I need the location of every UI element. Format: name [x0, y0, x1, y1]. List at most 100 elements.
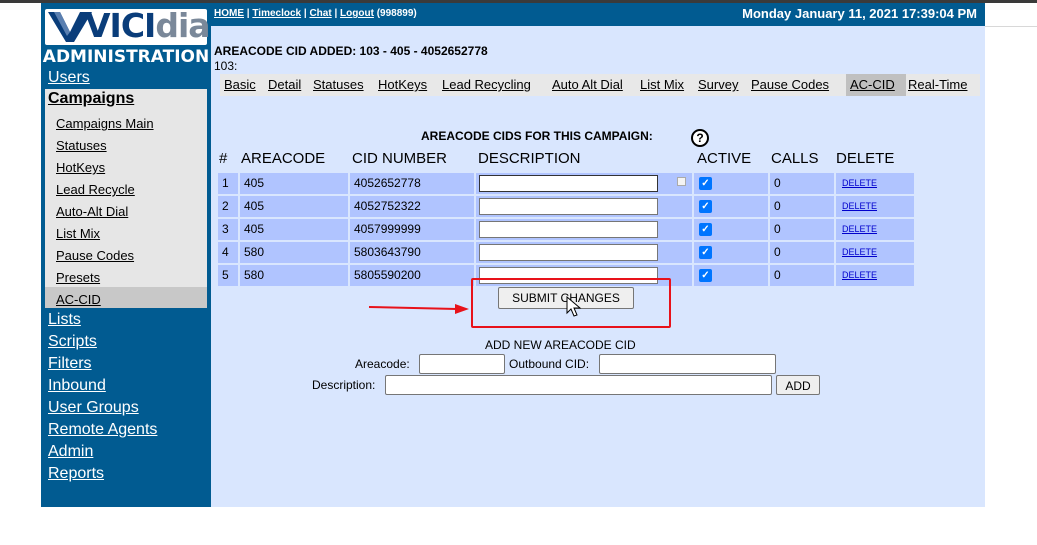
col-calls: CALLS [771, 150, 819, 167]
row-cid: 4052652778 [354, 176, 421, 190]
chat-link[interactable]: Chat [309, 8, 331, 19]
areacode-input[interactable] [419, 354, 505, 374]
campaign-tabs: Basic Detail Statuses HotKeys Lead Recyc… [220, 74, 980, 96]
description-input[interactable] [479, 244, 658, 261]
sub-item-campaigns-main[interactable]: Campaigns Main [56, 116, 154, 131]
row-num: 3 [222, 222, 229, 236]
sub-item-list-mix[interactable]: List Mix [56, 226, 100, 241]
sidebar: VICIdial ADMINISTRATION Users Campaigns … [41, 3, 221, 507]
delete-link[interactable]: DELETE [842, 242, 877, 263]
tab-pause-codes[interactable]: Pause Codes [751, 77, 829, 92]
col-num: # [219, 150, 228, 167]
row-areacode: 580 [244, 245, 265, 259]
admin-title: ADMINISTRATION [42, 47, 210, 67]
active-checkbox[interactable]: ✓ [699, 269, 712, 282]
status-message: AREACODE CID ADDED: 103 - 405 - 40526527… [214, 44, 488, 58]
sidebar-item-users[interactable]: Users [48, 69, 90, 87]
tab-ac-cid[interactable]: AC-CID [850, 77, 895, 92]
sidebar-item-scripts[interactable]: Scripts [48, 333, 97, 351]
active-checkbox[interactable]: ✓ [699, 200, 712, 213]
col-cid-number: CID NUMBER [352, 150, 448, 167]
tab-lead-recycling[interactable]: Lead Recycling [442, 77, 531, 92]
timeclock-link[interactable]: Timeclock [252, 8, 301, 19]
row-cid: 4052752322 [354, 199, 421, 213]
tab-basic[interactable]: Basic [224, 77, 256, 92]
annotation-arrow-icon [369, 304, 469, 314]
tab-statuses[interactable]: Statuses [313, 77, 364, 92]
sidebar-item-user-groups[interactable]: User Groups [48, 399, 139, 417]
vicidial-logo[interactable]: VICIdial [45, 6, 221, 45]
table-row: 2 405 4052752322 ✓ 0 DELETE [218, 196, 914, 217]
top-header: HOME | Timeclock | Chat | Logout (998899… [211, 3, 985, 26]
status-message-sub: 103: [214, 59, 238, 73]
row-calls: 0 [774, 176, 781, 190]
sidebar-item-admin[interactable]: Admin [48, 443, 93, 461]
description-input[interactable] [479, 175, 658, 192]
sub-item-ac-cid[interactable]: AC-CID [56, 292, 101, 307]
description-input[interactable] [479, 198, 658, 215]
sidebar-item-filters[interactable]: Filters [48, 355, 92, 373]
row-num: 1 [222, 176, 229, 190]
row-areacode: 405 [244, 199, 265, 213]
tab-list-mix[interactable]: List Mix [640, 77, 684, 92]
sub-item-lead-recycle[interactable]: Lead Recycle [56, 182, 135, 197]
sidebar-item-remote-agents[interactable]: Remote Agents [48, 421, 157, 439]
right-divider [985, 26, 1037, 27]
logout-link[interactable]: Logout [340, 8, 374, 19]
help-icon[interactable]: ? [691, 129, 709, 147]
delete-link[interactable]: DELETE [842, 265, 877, 286]
description-input[interactable] [479, 221, 658, 238]
row-areacode: 405 [244, 222, 265, 236]
sub-item-hotkeys[interactable]: HotKeys [56, 160, 105, 175]
row-calls: 0 [774, 199, 781, 213]
sub-item-statuses[interactable]: Statuses [56, 138, 107, 153]
row-areacode: 405 [244, 176, 265, 190]
tab-real-time[interactable]: Real-Time [908, 77, 967, 92]
row-calls: 0 [774, 222, 781, 236]
table-row: 4 580 5803643790 ✓ 0 DELETE [218, 242, 914, 263]
sub-item-auto-alt-dial[interactable]: Auto-Alt Dial [56, 204, 128, 219]
col-areacode: AREACODE [241, 150, 326, 167]
table-row: 1 405 4052652778 ✓ 0 DELETE [218, 173, 914, 194]
main-content: AREACODE CID ADDED: 103 - 405 - 40526527… [211, 26, 985, 507]
row-num: 5 [222, 268, 229, 282]
tab-auto-alt-dial[interactable]: Auto Alt Dial [552, 77, 623, 92]
user-id: (998899) [376, 8, 417, 19]
col-description: DESCRIPTION [478, 150, 581, 167]
sidebar-item-inbound[interactable]: Inbound [48, 377, 106, 395]
delete-link[interactable]: DELETE [842, 173, 877, 194]
sidebar-item-reports[interactable]: Reports [48, 465, 104, 483]
delete-link[interactable]: DELETE [842, 219, 877, 240]
active-checkbox[interactable]: ✓ [699, 177, 712, 190]
row-calls: 0 [774, 268, 781, 282]
outbound-cid-input[interactable] [599, 354, 776, 374]
outbound-cid-label: Outbound CID: [509, 357, 590, 371]
keyboard-icon [677, 177, 686, 186]
row-cid: 5803643790 [354, 245, 421, 259]
home-link[interactable]: HOME [214, 8, 244, 19]
logo-wordmark: VICIdial [85, 6, 221, 45]
add-section-title: ADD NEW AREACODE CID [485, 338, 636, 352]
header-links: HOME | Timeclock | Chat | Logout (998899… [214, 8, 417, 19]
tab-hotkeys[interactable]: HotKeys [378, 77, 427, 92]
add-button[interactable]: ADD [776, 375, 820, 395]
tab-detail[interactable]: Detail [268, 77, 301, 92]
sidebar-item-campaigns[interactable]: Campaigns [48, 90, 134, 108]
col-delete: DELETE [836, 150, 895, 167]
areacode-label: Areacode: [355, 357, 410, 371]
description-label: Description: [312, 378, 376, 392]
row-num: 4 [222, 245, 229, 259]
sub-item-presets[interactable]: Presets [56, 270, 100, 285]
active-checkbox[interactable]: ✓ [699, 246, 712, 259]
header-datetime: Monday January 11, 2021 17:39:04 PM [742, 6, 977, 21]
new-description-input[interactable] [385, 375, 772, 395]
tab-survey[interactable]: Survey [698, 77, 738, 92]
section-title: AREACODE CIDS FOR THIS CAMPAIGN: [421, 129, 653, 143]
sidebar-item-lists[interactable]: Lists [48, 311, 81, 329]
active-checkbox[interactable]: ✓ [699, 223, 712, 236]
row-cid: 5805590200 [354, 268, 421, 282]
delete-link[interactable]: DELETE [842, 196, 877, 217]
row-num: 2 [222, 199, 229, 213]
sub-item-pause-codes[interactable]: Pause Codes [56, 248, 134, 263]
col-active: ACTIVE [697, 150, 752, 167]
